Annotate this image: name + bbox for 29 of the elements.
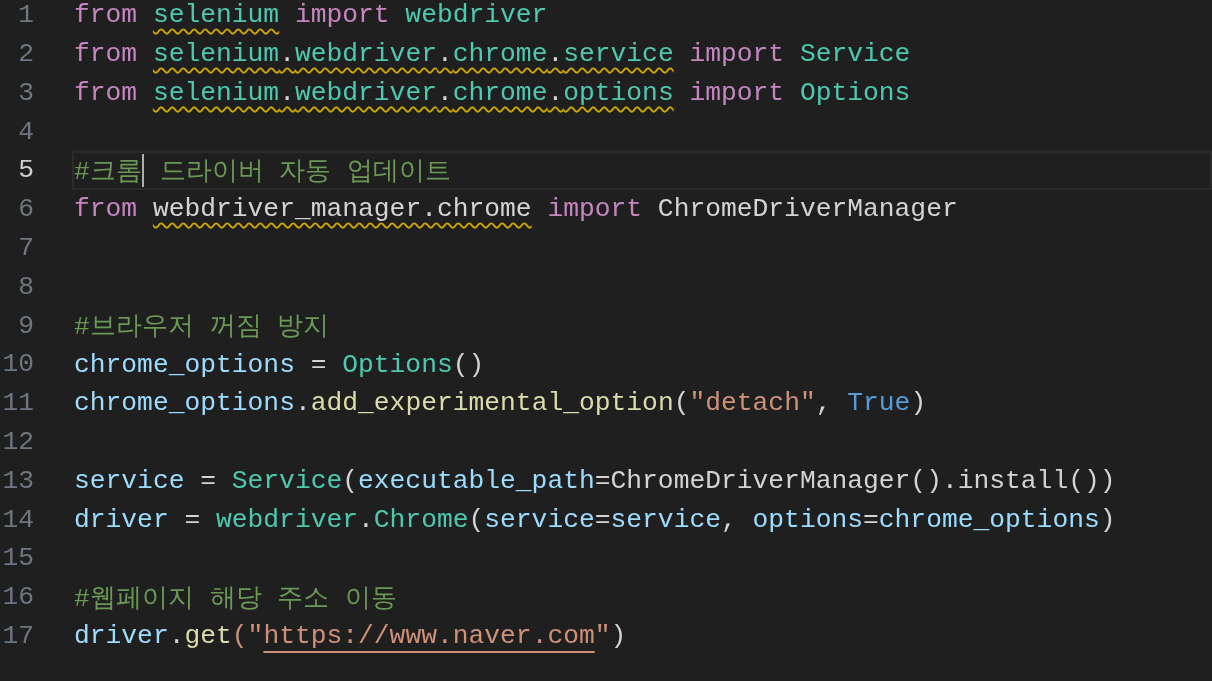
line-number: 10 (1, 351, 34, 378)
line-number: 2 (17, 41, 34, 68)
line-number: 5 (17, 157, 34, 184)
line-number: 13 (1, 467, 34, 495)
line-number: 4 (17, 118, 34, 145)
line-number: 16 (1, 584, 34, 611)
text-cursor (141, 154, 144, 187)
line-number: 12 (1, 429, 34, 456)
line-number: 14 (1, 506, 34, 533)
code-line: #브라우저 꺼짐 방지 (73, 311, 331, 345)
line-number: 17 (1, 623, 34, 650)
code-line: from selenium import webdriver (73, 0, 549, 33)
code-line: #웹페이지 해당 주소 이동 (73, 582, 399, 616)
code-line: chrome_options = Options() (73, 348, 486, 382)
code-line: chrome_options.add_experimental_option("detach", True) (73, 387, 928, 421)
line-number: 11 (1, 390, 34, 417)
code-line: from webdriver_manager.chrome import ChromeDriverManager (73, 193, 959, 227)
line-number: 7 (17, 235, 34, 262)
line-number: 15 (1, 545, 34, 572)
line-number: 3 (17, 79, 34, 107)
code-line: driver.get("https://www.naver.com") (73, 620, 628, 654)
code-line: driver = webdriver.Chrome(service=service, options=chrome_options) (73, 503, 1117, 537)
code-line: service = Service(executable_path=ChromeDriverManager().install()) (73, 464, 1117, 498)
line-number: 6 (17, 196, 34, 223)
line-number: 8 (17, 273, 34, 301)
code-line: from selenium.webdriver.chrome.service import Service (73, 38, 912, 72)
line-number: 9 (17, 312, 34, 339)
code-line: from selenium.webdriver.chrome.options import Options (73, 77, 912, 110)
line-number: 1 (17, 2, 34, 29)
